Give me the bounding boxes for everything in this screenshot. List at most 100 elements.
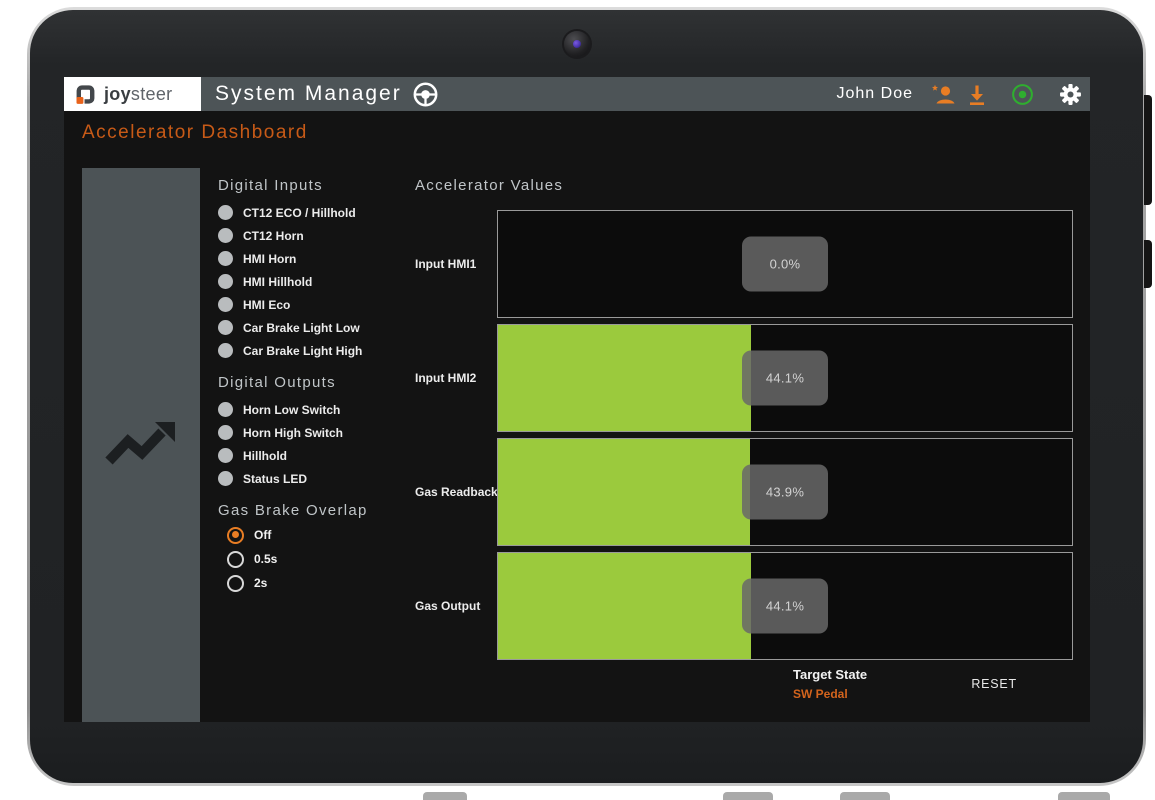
digital-outputs-title: Digital Outputs bbox=[218, 374, 418, 391]
app-bar-main: System Manager John Doe bbox=[201, 77, 1090, 111]
gas-brake-overlap-options: Off 0.5s 2s bbox=[227, 523, 418, 595]
indicator-label: HMI Eco bbox=[243, 298, 290, 312]
bar-value-text: 44.1% bbox=[766, 371, 804, 386]
led-indicator bbox=[218, 448, 233, 463]
indicator-label: Horn High Switch bbox=[243, 426, 343, 440]
radio-unselected-icon[interactable] bbox=[227, 551, 244, 568]
values-column: Accelerator Values Input HMI10.0%Input H… bbox=[415, 177, 1073, 701]
target-state-label: Target State bbox=[793, 667, 867, 682]
radio-unselected-icon[interactable] bbox=[227, 575, 244, 592]
led-indicator bbox=[218, 320, 233, 335]
value-bar-row: Gas Readback 43.9% bbox=[415, 438, 1073, 546]
led-indicator bbox=[218, 402, 233, 417]
indicator-row: HMI Hillhold bbox=[218, 270, 418, 293]
radio-selected-icon[interactable] bbox=[227, 527, 244, 544]
tablet-camera bbox=[564, 31, 590, 57]
tablet-power-button bbox=[1144, 240, 1152, 288]
indicator-label: HMI Hillhold bbox=[243, 275, 312, 289]
digital-outputs-list: Horn Low Switch Horn High Switch Hillhold S… bbox=[218, 398, 418, 490]
indicator-row: Horn Low Switch bbox=[218, 398, 418, 421]
accelerator-bars: Input HMI1 0.0% Input HMI2 44.1% Gas Readbac… bbox=[415, 210, 1073, 660]
dock-foot bbox=[423, 792, 467, 800]
tablet-volume-button bbox=[1144, 95, 1152, 205]
indicator-row: CT12 Horn bbox=[218, 224, 418, 247]
indicator-row: HMI Horn bbox=[218, 247, 418, 270]
bar-track: 0.0% bbox=[497, 210, 1073, 318]
indicator-label: Hillhold bbox=[243, 449, 287, 463]
bar-label: Input HMI1 bbox=[415, 210, 497, 318]
app-title: System Manager bbox=[215, 82, 402, 106]
value-bar-row: Input HMI2 44.1% bbox=[415, 324, 1073, 432]
bar-label: Input HMI2 bbox=[415, 324, 497, 432]
indicator-label: HMI Horn bbox=[243, 252, 296, 266]
dock-foot bbox=[840, 792, 890, 800]
indicator-row: HMI Eco bbox=[218, 293, 418, 316]
bar-value-text: 43.9% bbox=[766, 485, 804, 500]
steering-wheel-icon bbox=[412, 81, 439, 108]
trend-chart-icon[interactable] bbox=[104, 420, 178, 471]
bar-label: Gas Readback bbox=[415, 438, 497, 546]
value-bar-row: Input HMI1 0.0% bbox=[415, 210, 1073, 318]
bar-value-badge: 0.0% bbox=[742, 237, 828, 292]
led-indicator bbox=[218, 251, 233, 266]
logo-text-light: steer bbox=[131, 84, 173, 104]
radio-option-0-5s[interactable]: 0.5s bbox=[227, 547, 418, 571]
sidebar-nav-rail bbox=[82, 168, 200, 722]
indicator-label: CT12 Horn bbox=[243, 229, 304, 243]
dock-foot bbox=[723, 792, 773, 800]
led-indicator bbox=[218, 343, 233, 358]
radio-label: Off bbox=[254, 528, 271, 542]
reset-button[interactable]: RESET bbox=[965, 673, 1023, 695]
led-indicator bbox=[218, 274, 233, 289]
radio-label: 0.5s bbox=[254, 552, 277, 566]
indicator-label: Status LED bbox=[243, 472, 307, 486]
indicator-label: Horn Low Switch bbox=[243, 403, 340, 417]
led-indicator bbox=[218, 425, 233, 440]
download-icon[interactable] bbox=[966, 82, 988, 106]
digital-inputs-title: Digital Inputs bbox=[218, 177, 418, 194]
indicator-label: CT12 ECO / Hillhold bbox=[243, 206, 356, 220]
status-indicator-icon bbox=[1010, 82, 1035, 107]
radio-option-off[interactable]: Off bbox=[227, 523, 418, 547]
indicator-row: Car Brake Light High bbox=[218, 339, 418, 362]
page-title: Accelerator Dashboard bbox=[82, 122, 308, 144]
indicator-row: Horn High Switch bbox=[218, 421, 418, 444]
indicator-row: Status LED bbox=[218, 467, 418, 490]
led-indicator bbox=[218, 297, 233, 312]
led-indicator bbox=[218, 228, 233, 243]
bar-fill bbox=[498, 325, 751, 431]
logo-text-bold: joy bbox=[104, 84, 131, 104]
values-footer: Target State SW Pedal RESET bbox=[415, 667, 1073, 701]
gas-brake-overlap-title: Gas Brake Overlap bbox=[218, 502, 418, 519]
dock-foot bbox=[1058, 792, 1110, 800]
bar-value-badge: 44.1% bbox=[742, 579, 828, 634]
bar-label: Gas Output bbox=[415, 552, 497, 660]
settings-gear-icon[interactable] bbox=[1059, 83, 1082, 106]
value-bar-row: Gas Output 44.1% bbox=[415, 552, 1073, 660]
indicator-label: Car Brake Light High bbox=[243, 344, 362, 358]
led-indicator bbox=[218, 471, 233, 486]
controls-column: Digital Inputs CT12 ECO / Hillhold CT12 H… bbox=[218, 177, 418, 595]
radio-label: 2s bbox=[254, 576, 267, 590]
joysteer-logo-icon bbox=[74, 83, 97, 106]
bar-fill bbox=[498, 553, 751, 659]
digital-inputs-list: CT12 ECO / Hillhold CT12 Horn HMI Horn HMI … bbox=[218, 201, 418, 362]
indicator-row: Hillhold bbox=[218, 444, 418, 467]
indicator-row: Car Brake Light Low bbox=[218, 316, 418, 339]
bar-value-badge: 43.9% bbox=[742, 465, 828, 520]
indicator-row: CT12 ECO / Hillhold bbox=[218, 201, 418, 224]
indicator-label: Car Brake Light Low bbox=[243, 321, 360, 335]
target-state-value: SW Pedal bbox=[793, 687, 867, 701]
bar-fill bbox=[498, 439, 750, 545]
bar-track: 43.9% bbox=[497, 438, 1073, 546]
bar-track: 44.1% bbox=[497, 324, 1073, 432]
radio-option-2s[interactable]: 2s bbox=[227, 571, 418, 595]
user-name: John Doe bbox=[837, 85, 914, 103]
bar-value-text: 44.1% bbox=[766, 599, 804, 614]
bar-value-badge: 44.1% bbox=[742, 351, 828, 406]
user-admin-icon[interactable] bbox=[929, 82, 956, 106]
led-indicator bbox=[218, 205, 233, 220]
app-bar: joysteer System Manager John Doe bbox=[64, 77, 1090, 111]
target-state: Target State SW Pedal bbox=[793, 667, 867, 701]
accelerator-values-title: Accelerator Values bbox=[415, 177, 1073, 194]
